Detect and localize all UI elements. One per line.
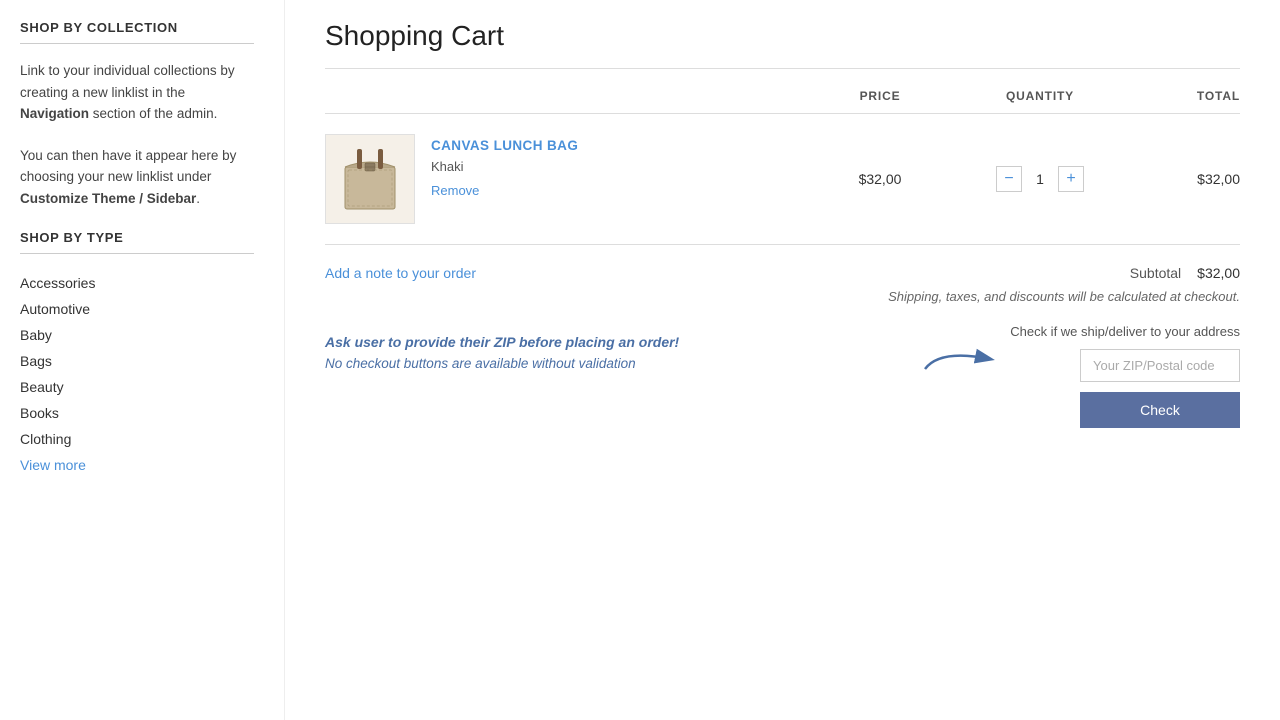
sidebar-item-books[interactable]: Books bbox=[20, 400, 254, 426]
cart-footer-top: Add a note to your order Subtotal $32,00 bbox=[325, 265, 1240, 281]
remove-link[interactable]: Remove bbox=[431, 183, 479, 198]
main-content: Shopping Cart PRICE QUANTITY TOTAL bbox=[285, 0, 1280, 720]
zip-check-label: Check if we ship/deliver to your address bbox=[1010, 324, 1240, 339]
sidebar: SHOP BY COLLECTION Link to your individu… bbox=[0, 0, 285, 720]
arrow-container bbox=[920, 324, 1010, 374]
sidebar-desc-customize-bold: Customize Theme / Sidebar bbox=[20, 191, 196, 206]
zip-check-panel: Check if we ship/deliver to your address… bbox=[1010, 324, 1240, 428]
page-title: Shopping Cart bbox=[325, 20, 1240, 52]
zip-validation-messages: Ask user to provide their ZIP before pla… bbox=[325, 324, 920, 371]
zip-no-checkout-message: No checkout buttons are available withou… bbox=[325, 356, 920, 371]
sidebar-type-title: SHOP BY TYPE bbox=[20, 230, 254, 245]
sidebar-divider-2 bbox=[20, 253, 254, 254]
sidebar-item-clothing[interactable]: Clothing bbox=[20, 426, 254, 452]
zip-input[interactable] bbox=[1080, 349, 1240, 382]
sidebar-item-automotive[interactable]: Automotive bbox=[20, 296, 254, 322]
sidebar-item-baby[interactable]: Baby bbox=[20, 322, 254, 348]
shipping-note: Shipping, taxes, and discounts will be c… bbox=[325, 289, 1240, 304]
arrow-icon bbox=[920, 344, 1000, 374]
cart-item-row: CANVAS LUNCH BAG Khaki Remove $32,00 − 1… bbox=[325, 114, 1240, 245]
qty-value: 1 bbox=[1030, 171, 1050, 187]
checkout-section: Ask user to provide their ZIP before pla… bbox=[325, 324, 1240, 428]
sidebar-divider-1 bbox=[20, 43, 254, 44]
subtotal-label: Subtotal bbox=[1130, 265, 1181, 281]
col-total-header: TOTAL bbox=[1120, 89, 1240, 103]
cart-header-cols: PRICE QUANTITY TOTAL bbox=[325, 89, 1240, 103]
product-info: CANVAS LUNCH BAG Khaki Remove bbox=[431, 134, 578, 198]
col-price-header: PRICE bbox=[800, 89, 960, 103]
product-variant: Khaki bbox=[431, 159, 578, 174]
product-image bbox=[330, 139, 410, 219]
main-divider bbox=[325, 68, 1240, 69]
col-product-header bbox=[325, 89, 800, 103]
sidebar-collection-description: Link to your individual collections by c… bbox=[20, 60, 254, 125]
sidebar-item-accessories[interactable]: Accessories bbox=[20, 270, 254, 296]
cart-item-product: CANVAS LUNCH BAG Khaki Remove bbox=[325, 134, 800, 224]
add-note-link[interactable]: Add a note to your order bbox=[325, 265, 476, 281]
sidebar-desc-part2: section of the admin. bbox=[89, 106, 217, 121]
sidebar-desc-part3: You can then have it appear here by choo… bbox=[20, 148, 236, 185]
sidebar-desc-end: . bbox=[196, 191, 200, 206]
subtotal-amount: $32,00 bbox=[1197, 265, 1240, 281]
sidebar-collection-title: SHOP BY COLLECTION bbox=[20, 20, 254, 35]
check-button[interactable]: Check bbox=[1080, 392, 1240, 428]
cart-header: PRICE QUANTITY TOTAL bbox=[325, 89, 1240, 114]
subtotal-row: Subtotal $32,00 bbox=[1130, 265, 1240, 281]
sidebar-item-bags[interactable]: Bags bbox=[20, 348, 254, 374]
cart-footer: Add a note to your order Subtotal $32,00… bbox=[325, 245, 1240, 448]
col-quantity-header: QUANTITY bbox=[960, 89, 1120, 103]
item-total: $32,00 bbox=[1120, 171, 1240, 187]
product-image-container bbox=[325, 134, 415, 224]
item-quantity: − 1 + bbox=[960, 166, 1120, 192]
sidebar-collection-description-2: You can then have it appear here by choo… bbox=[20, 145, 254, 210]
sidebar-item-beauty[interactable]: Beauty bbox=[20, 374, 254, 400]
sidebar-desc-part1: Link to your individual collections by c… bbox=[20, 63, 235, 100]
sidebar-desc-nav-bold: Navigation bbox=[20, 106, 89, 121]
view-more-link[interactable]: View more bbox=[20, 457, 86, 473]
sidebar-nav-list: Accessories Automotive Baby Bags Beauty … bbox=[20, 270, 254, 452]
zip-ask-message: Ask user to provide their ZIP before pla… bbox=[325, 334, 920, 350]
product-name[interactable]: CANVAS LUNCH BAG bbox=[431, 138, 578, 153]
qty-plus-button[interactable]: + bbox=[1058, 166, 1084, 192]
item-price: $32,00 bbox=[800, 171, 960, 187]
qty-minus-button[interactable]: − bbox=[996, 166, 1022, 192]
